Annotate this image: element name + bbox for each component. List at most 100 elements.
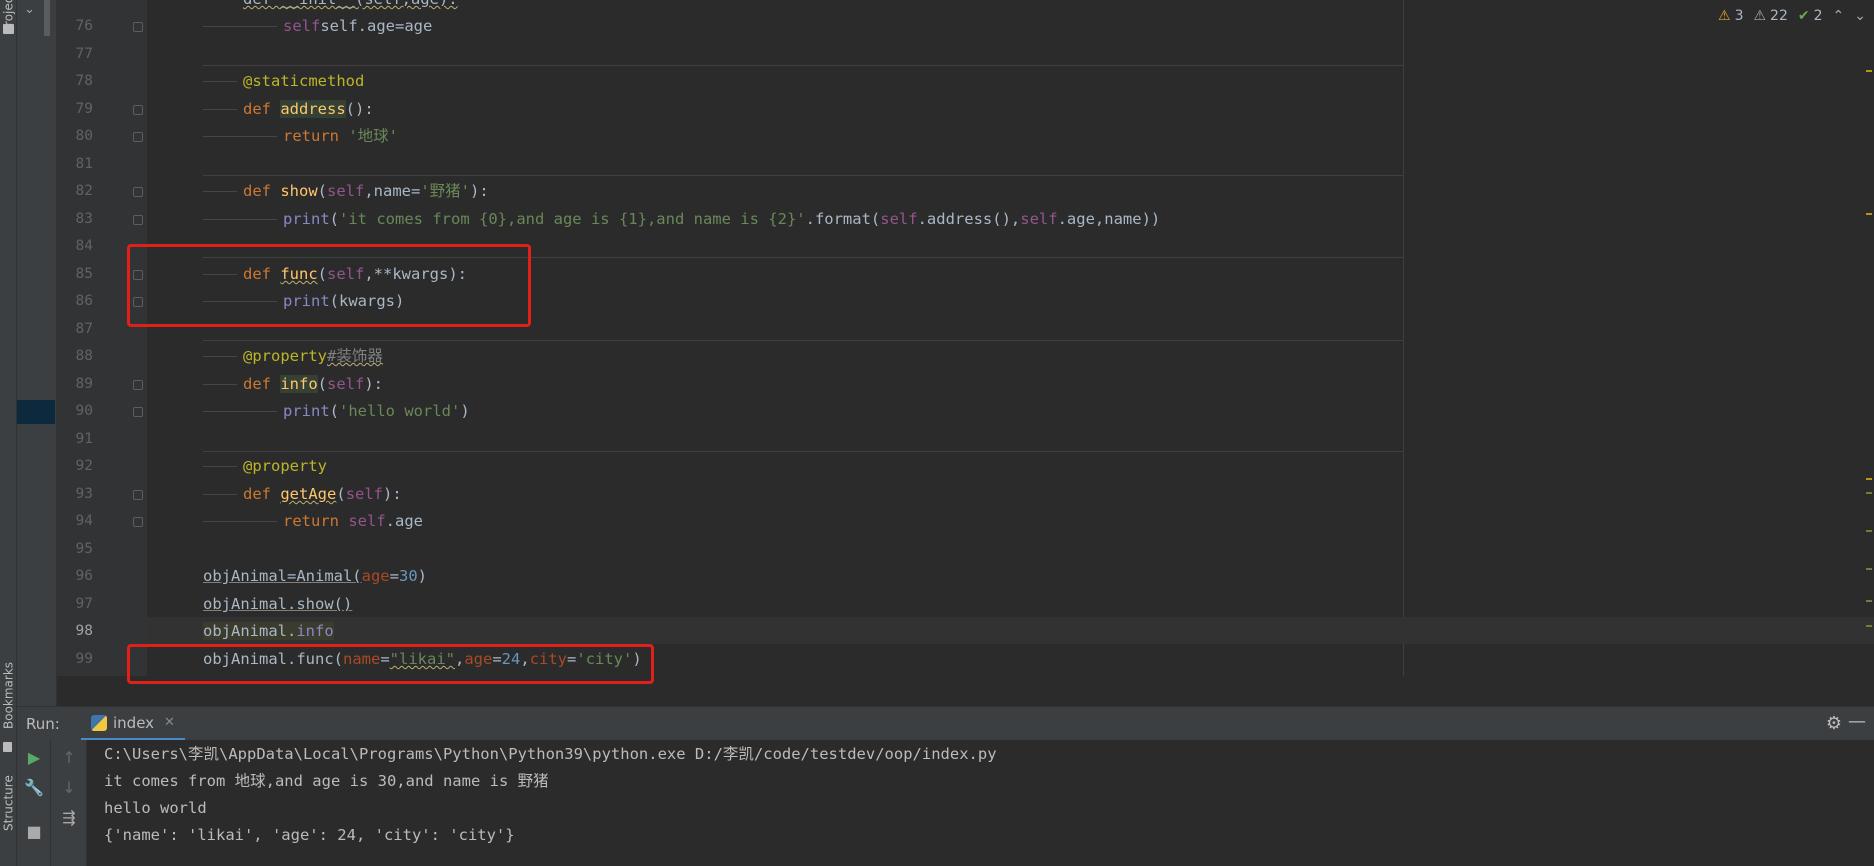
fold-marker-icon[interactable] <box>133 187 143 197</box>
fold-marker-icon[interactable] <box>133 105 143 115</box>
code-token: .format( <box>805 210 881 228</box>
project-selected-row[interactable] <box>17 400 55 424</box>
check-icon: ✔ <box>1797 8 1810 24</box>
code-line[interactable]: return '地球' <box>203 123 398 151</box>
fold-marker-icon[interactable] <box>133 215 143 225</box>
project-scrollbar[interactable] <box>44 0 50 36</box>
code-token: ( <box>329 210 340 228</box>
run-tab-index[interactable]: index ✕ <box>81 707 185 741</box>
method-separator <box>203 175 1403 176</box>
inspection-widget[interactable]: ⚠ 3 ⚠ 22 ✔ 2 ⌃ ⌄ <box>1718 8 1866 24</box>
code-token: (): <box>345 100 374 118</box>
fold-marker-icon[interactable] <box>133 380 143 390</box>
close-icon[interactable]: ✕ <box>164 715 175 730</box>
error-stripe-mark[interactable] <box>1866 600 1872 602</box>
code-token: getAge <box>280 485 337 503</box>
weak-warnings-count: 22 <box>1770 8 1788 24</box>
arrow-down-icon[interactable]: ↓ <box>57 778 81 797</box>
line-number: 97 <box>75 596 93 612</box>
code-token: objAnimal. <box>203 622 297 640</box>
fold-marker-icon[interactable] <box>133 132 143 142</box>
error-stripe-mark[interactable] <box>1866 70 1872 72</box>
run-tab-label: index <box>113 713 155 732</box>
code-token: self <box>327 375 365 393</box>
console-line: hello world <box>104 799 207 817</box>
code-line[interactable]: objAnimal=Animal(age=30) <box>203 563 427 591</box>
fold-marker-icon[interactable] <box>133 22 143 32</box>
chevron-down-icon[interactable]: ⌄ <box>1854 8 1866 24</box>
error-stripe-mark[interactable] <box>1866 530 1872 532</box>
warnings-indicator[interactable]: ⚠ 3 <box>1718 8 1743 24</box>
fold-marker-icon[interactable] <box>133 407 143 417</box>
code-line[interactable]: @property#装饰器 <box>203 343 383 371</box>
project-panel[interactable]: ⌄ <box>17 0 57 706</box>
code-token: self <box>348 512 386 530</box>
line-number: 94 <box>75 513 93 529</box>
method-separator <box>203 451 1403 452</box>
code-line[interactable]: print('it comes from {0},and age is {1},… <box>203 206 1160 234</box>
chevron-up-icon[interactable]: ⌃ <box>1833 8 1845 24</box>
line-number: 81 <box>75 156 93 172</box>
code-token: def __init__(self,age): <box>243 0 458 8</box>
code-line[interactable]: def getAge(self): <box>203 481 402 509</box>
code-line[interactable]: print('hello world') <box>203 398 470 426</box>
code-token: ( <box>336 485 346 503</box>
code-token: '地球' <box>348 127 399 145</box>
code-token: ( <box>317 182 328 200</box>
run-toolbar-secondary: ↑ ↓ ⇶ <box>51 740 87 866</box>
project-tool-tab[interactable]: Project <box>0 0 17 33</box>
weak-warnings-indicator[interactable]: ⚠ 22 <box>1753 8 1787 24</box>
error-stripe-mark[interactable] <box>1866 213 1872 215</box>
code-token: def <box>243 375 271 393</box>
soft-wrap-icon[interactable]: ⇶ <box>57 808 81 827</box>
code-editor[interactable]: 76 77 78 79 80 81 82 83 84 85 86 87 88 8… <box>57 0 1874 676</box>
fold-marker-icon[interactable] <box>133 517 143 527</box>
error-stripe-mark[interactable] <box>1866 625 1872 627</box>
code-line[interactable]: def show(self,name='野猪'): <box>203 178 489 206</box>
bookmark-icon[interactable] <box>3 742 12 752</box>
gear-icon[interactable]: ⚙ <box>1826 713 1842 734</box>
bookmarks-tool-tab[interactable]: Bookmarks <box>0 660 17 730</box>
wrench-icon[interactable]: 🔧 <box>22 778 46 797</box>
code-token: return <box>283 512 339 530</box>
typos-indicator[interactable]: ✔ 2 <box>1798 8 1823 24</box>
line-number: 78 <box>75 73 93 89</box>
code-token: @property <box>243 347 327 365</box>
line-number: 77 <box>75 46 93 62</box>
code-line[interactable]: def address(): <box>203 96 374 124</box>
line-number: 84 <box>75 238 93 254</box>
code-line[interactable]: objAnimal.show() <box>203 591 352 619</box>
tool-window-strip: Project Bookmarks Structure <box>0 0 17 866</box>
code-token: @staticmethod <box>243 72 365 90</box>
code-token: self <box>345 485 384 503</box>
code-line[interactable]: def info(self): <box>203 371 383 399</box>
code-line[interactable]: @staticmethod <box>203 68 364 96</box>
code-line[interactable]: return self.age <box>203 508 423 536</box>
code-line[interactable]: def __init__(self,age): <box>243 0 458 14</box>
code-token: ) <box>460 402 470 420</box>
structure-tool-tab[interactable]: Structure <box>0 770 17 836</box>
error-stripe-mark[interactable] <box>1866 478 1872 480</box>
run-label: Run: <box>26 715 60 733</box>
code-token: ) <box>417 567 427 585</box>
chevron-down-icon[interactable]: ⌄ <box>24 2 35 17</box>
error-stripe-mark[interactable] <box>1866 492 1872 494</box>
arrow-up-icon[interactable]: ↑ <box>57 748 81 767</box>
folder-icon[interactable] <box>3 24 14 34</box>
code-token: 'hello world' <box>339 402 461 420</box>
fold-marker-icon[interactable] <box>133 490 143 500</box>
minimize-icon[interactable]: — <box>1848 711 1866 732</box>
code-token: info <box>280 375 318 393</box>
run-console[interactable]: ▶ 🔧 ■ ↑ ↓ ⇶ C:\Users\李凯\AppData\Local\Pr… <box>17 740 1874 866</box>
code-token: ): <box>383 485 402 503</box>
stop-icon[interactable]: ■ <box>22 822 46 841</box>
rerun-icon[interactable]: ▶ <box>22 748 46 767</box>
code-line[interactable]: @property <box>203 453 327 481</box>
code-line[interactable]: selfself.age=age <box>203 13 432 41</box>
line-number: 85 <box>75 266 93 282</box>
line-number: 86 <box>75 293 93 309</box>
code-line[interactable]: objAnimal.info <box>203 618 334 646</box>
error-stripe-mark[interactable] <box>1866 568 1872 570</box>
console-line: C:\Users\李凯\AppData\Local\Programs\Pytho… <box>104 745 997 763</box>
code-token: '野猪' <box>420 182 471 200</box>
